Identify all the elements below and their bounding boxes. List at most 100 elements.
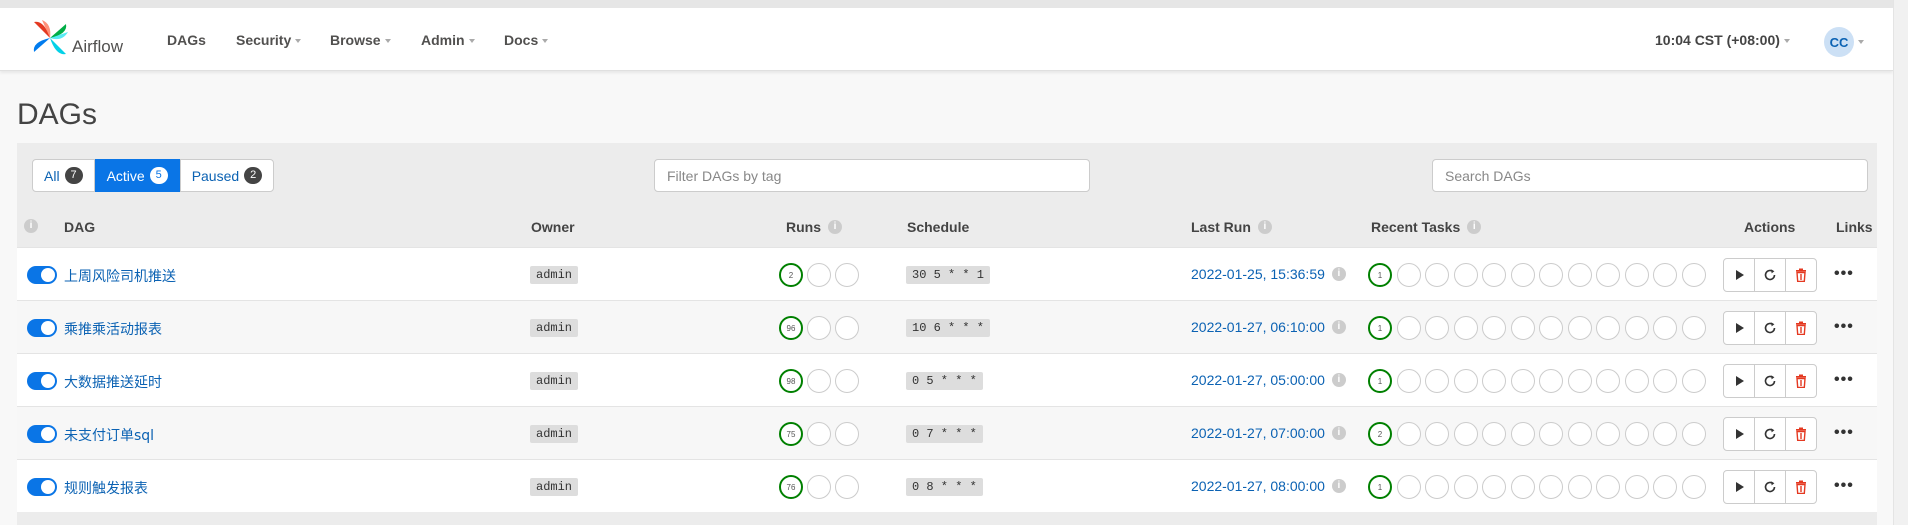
refresh-dag-button[interactable]	[1754, 311, 1786, 345]
task-state-circle[interactable]	[1482, 263, 1506, 287]
task-state-circle[interactable]	[1568, 316, 1592, 340]
run-state-circle[interactable]	[835, 316, 859, 340]
last-run-link[interactable]: 2022-01-27, 08:00:00 i	[1191, 478, 1346, 494]
task-state-circle[interactable]	[1653, 422, 1677, 446]
task-state-circle[interactable]	[1425, 316, 1449, 340]
links-menu-ellipsis-icon[interactable]: •••	[1834, 318, 1854, 336]
dag-name-link[interactable]: 规则触发报表	[64, 478, 148, 498]
task-state-circle[interactable]: 2	[1368, 422, 1392, 446]
task-state-circle[interactable]	[1539, 369, 1563, 393]
task-state-circle[interactable]	[1539, 263, 1563, 287]
task-state-circle[interactable]	[1682, 422, 1706, 446]
task-state-circle[interactable]	[1682, 369, 1706, 393]
dag-name-link[interactable]: 大数据推送延时	[64, 372, 162, 392]
dag-pause-toggle[interactable]	[27, 266, 57, 284]
dag-pause-toggle[interactable]	[27, 478, 57, 496]
dag-name-link[interactable]: 乘推乘活动报表	[64, 319, 162, 339]
task-state-circle[interactable]	[1397, 475, 1421, 499]
task-state-circle[interactable]	[1682, 475, 1706, 499]
task-state-circle[interactable]	[1454, 475, 1478, 499]
task-state-circle[interactable]	[1454, 369, 1478, 393]
links-menu-ellipsis-icon[interactable]: •••	[1834, 371, 1854, 389]
search-dags-input[interactable]	[1432, 159, 1868, 192]
delete-dag-button[interactable]	[1785, 470, 1817, 504]
page-scrollbar[interactable]	[1893, 0, 1908, 525]
task-state-circle[interactable]	[1425, 475, 1449, 499]
nav-admin[interactable]: Admin	[421, 32, 475, 48]
delete-dag-button[interactable]	[1785, 417, 1817, 451]
task-state-circle[interactable]: 1	[1368, 369, 1392, 393]
links-menu-ellipsis-icon[interactable]: •••	[1834, 477, 1854, 495]
run-state-circle[interactable]: 75	[779, 422, 803, 446]
task-state-circle[interactable]	[1454, 422, 1478, 446]
task-state-circle[interactable]	[1596, 475, 1620, 499]
task-state-circle[interactable]	[1653, 369, 1677, 393]
task-state-circle[interactable]	[1625, 475, 1649, 499]
recent-tasks-info-icon[interactable]: i	[1467, 220, 1482, 234]
task-state-circle[interactable]: 1	[1368, 263, 1392, 287]
runs-info-icon[interactable]: i	[828, 220, 842, 234]
task-state-circle[interactable]	[1482, 422, 1506, 446]
task-state-circle[interactable]	[1625, 316, 1649, 340]
schedule-badge[interactable]: 0 8 * * *	[906, 478, 983, 496]
brand[interactable]: Airflow	[30, 18, 123, 62]
task-state-circle[interactable]	[1397, 263, 1421, 287]
run-state-circle[interactable]	[807, 422, 831, 446]
nav-dags[interactable]: DAGs	[167, 32, 206, 48]
nav-docs[interactable]: Docs	[504, 32, 548, 48]
owner-badge[interactable]: admin	[530, 425, 579, 443]
info-icon[interactable]: i	[1331, 267, 1346, 281]
task-state-circle[interactable]	[1511, 422, 1535, 446]
header-owner[interactable]: Owner	[531, 219, 575, 235]
task-state-circle[interactable]	[1454, 263, 1478, 287]
task-state-circle[interactable]	[1625, 263, 1649, 287]
dag-pause-toggle[interactable]	[27, 425, 57, 443]
last-run-info-icon[interactable]: i	[1257, 220, 1272, 234]
task-state-circle[interactable]	[1596, 263, 1620, 287]
task-state-circle[interactable]	[1397, 369, 1421, 393]
schedule-badge[interactable]: 10 6 * * *	[906, 319, 991, 337]
run-state-circle[interactable]: 98	[779, 369, 803, 393]
task-state-circle[interactable]	[1511, 316, 1535, 340]
trigger-dag-button[interactable]	[1723, 311, 1755, 345]
task-state-circle[interactable]	[1511, 369, 1535, 393]
trigger-dag-button[interactable]	[1723, 364, 1755, 398]
refresh-dag-button[interactable]	[1754, 364, 1786, 398]
task-state-circle[interactable]: 1	[1368, 316, 1392, 340]
last-run-link[interactable]: 2022-01-27, 05:00:00 i	[1191, 372, 1346, 388]
info-icon[interactable]: i	[1331, 320, 1346, 334]
task-state-circle[interactable]	[1568, 475, 1592, 499]
task-state-circle[interactable]	[1539, 475, 1563, 499]
refresh-dag-button[interactable]	[1754, 417, 1786, 451]
run-state-circle[interactable]: 96	[779, 316, 803, 340]
task-state-circle[interactable]	[1682, 263, 1706, 287]
task-state-circle[interactable]	[1568, 369, 1592, 393]
task-state-circle[interactable]	[1596, 316, 1620, 340]
run-state-circle[interactable]	[835, 422, 859, 446]
run-state-circle[interactable]	[807, 316, 831, 340]
task-state-circle[interactable]	[1625, 369, 1649, 393]
run-state-circle[interactable]	[807, 369, 831, 393]
links-menu-ellipsis-icon[interactable]: •••	[1834, 424, 1854, 442]
task-state-circle[interactable]	[1425, 263, 1449, 287]
owner-badge[interactable]: admin	[530, 319, 579, 337]
schedule-badge[interactable]: 30 5 * * 1	[906, 266, 991, 284]
info-icon[interactable]: i	[1331, 373, 1346, 387]
dag-name-link[interactable]: 未支付订单sql	[64, 425, 154, 445]
task-state-circle[interactable]	[1653, 316, 1677, 340]
last-run-link[interactable]: 2022-01-27, 06:10:00 i	[1191, 319, 1346, 335]
schedule-badge[interactable]: 0 5 * * *	[906, 372, 983, 390]
last-run-link[interactable]: 2022-01-27, 07:00:00 i	[1191, 425, 1346, 441]
task-state-circle[interactable]	[1482, 316, 1506, 340]
tab-all[interactable]: All 7	[32, 159, 95, 192]
owner-badge[interactable]: admin	[530, 266, 579, 284]
tab-active[interactable]: Active 5	[94, 159, 180, 192]
task-state-circle[interactable]	[1511, 475, 1535, 499]
task-state-circle[interactable]	[1596, 422, 1620, 446]
schedule-badge[interactable]: 0 7 * * *	[906, 425, 983, 443]
dag-name-link[interactable]: 上周风险司机推送	[64, 266, 176, 286]
task-state-circle[interactable]	[1682, 316, 1706, 340]
task-state-circle[interactable]	[1511, 263, 1535, 287]
task-state-circle[interactable]	[1425, 422, 1449, 446]
run-state-circle[interactable]	[807, 475, 831, 499]
